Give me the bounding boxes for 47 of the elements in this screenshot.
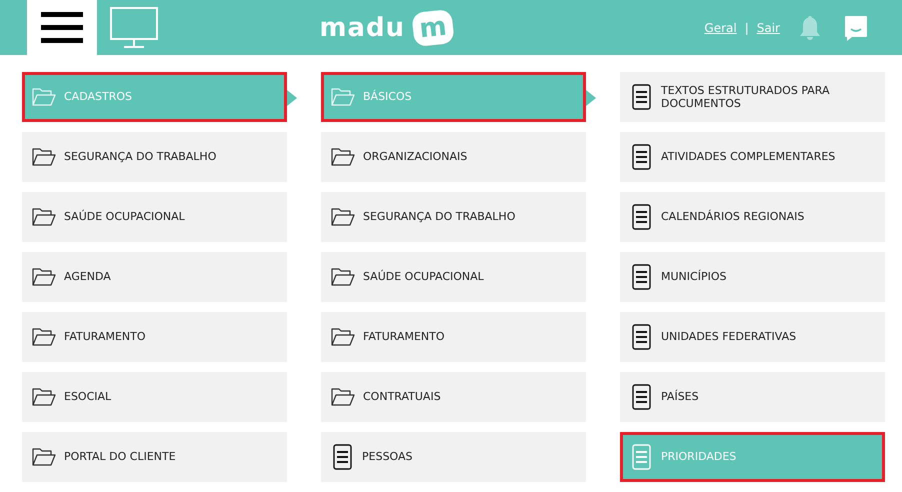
folder-icon bbox=[331, 147, 355, 167]
menu-item[interactable]: CONTRATUAIS bbox=[321, 372, 586, 422]
menu-item[interactable]: UNIDADES FEDERATIVAS bbox=[620, 312, 885, 362]
menu-item[interactable]: SEGURANÇA DO TRABALHO bbox=[22, 132, 287, 182]
menu-item[interactable]: FATURAMENTO bbox=[22, 312, 287, 362]
document-icon bbox=[333, 444, 352, 470]
menu-item[interactable]: SAÚDE OCUPACIONAL bbox=[22, 192, 287, 242]
menu-item[interactable]: AGENDA bbox=[22, 252, 287, 302]
menu-item[interactable]: ORGANIZACIONAIS bbox=[321, 132, 586, 182]
folder-icon bbox=[32, 447, 56, 467]
folder-icon bbox=[331, 327, 355, 347]
menu-icon bbox=[41, 12, 83, 44]
folder-icon bbox=[32, 267, 56, 287]
menu-item[interactable]: PAÍSES bbox=[620, 372, 885, 422]
folder-icon bbox=[331, 207, 355, 227]
menu-item[interactable]: SEGURANÇA DO TRABALHO bbox=[321, 192, 586, 242]
menu-item[interactable]: FATURAMENTO bbox=[321, 312, 586, 362]
menu-item[interactable]: MUNICÍPIOS bbox=[620, 252, 885, 302]
menu-item[interactable]: PORTAL DO CLIENTE bbox=[22, 432, 287, 482]
document-icon bbox=[632, 324, 651, 350]
monitor-icon[interactable] bbox=[110, 6, 158, 48]
folder-icon bbox=[331, 267, 355, 287]
document-icon bbox=[632, 264, 651, 290]
chat-icon[interactable] bbox=[844, 14, 868, 40]
folder-icon bbox=[32, 87, 56, 107]
folder-icon bbox=[32, 327, 56, 347]
document-icon bbox=[632, 84, 651, 110]
document-icon bbox=[632, 444, 651, 470]
folder-icon bbox=[331, 87, 355, 107]
folder-icon bbox=[331, 387, 355, 407]
folder-icon bbox=[32, 387, 56, 407]
document-icon bbox=[632, 204, 651, 230]
folder-icon bbox=[32, 147, 56, 167]
menu-button[interactable] bbox=[27, 0, 97, 55]
menu-item[interactable]: PESSOAS bbox=[321, 432, 586, 482]
document-icon bbox=[632, 144, 651, 170]
logo-mark: m bbox=[411, 8, 455, 46]
menu-item[interactable]: SAÚDE OCUPACIONAL bbox=[321, 252, 586, 302]
document-icon bbox=[632, 384, 651, 410]
menu-item[interactable]: CALENDÁRIOS REGIONAIS bbox=[620, 192, 885, 242]
menu-item[interactable]: ESOCIAL bbox=[22, 372, 287, 422]
folder-icon bbox=[32, 207, 56, 227]
link-separator: | bbox=[744, 20, 749, 36]
bell-icon[interactable] bbox=[798, 14, 822, 40]
logo-text: madu bbox=[319, 14, 406, 40]
menu-item[interactable]: ATIVIDADES COMPLEMENTARES bbox=[620, 132, 885, 182]
menu-item[interactable]: TEXTOS ESTRUTURADOS PARA DOCUMENTOS bbox=[620, 72, 885, 122]
